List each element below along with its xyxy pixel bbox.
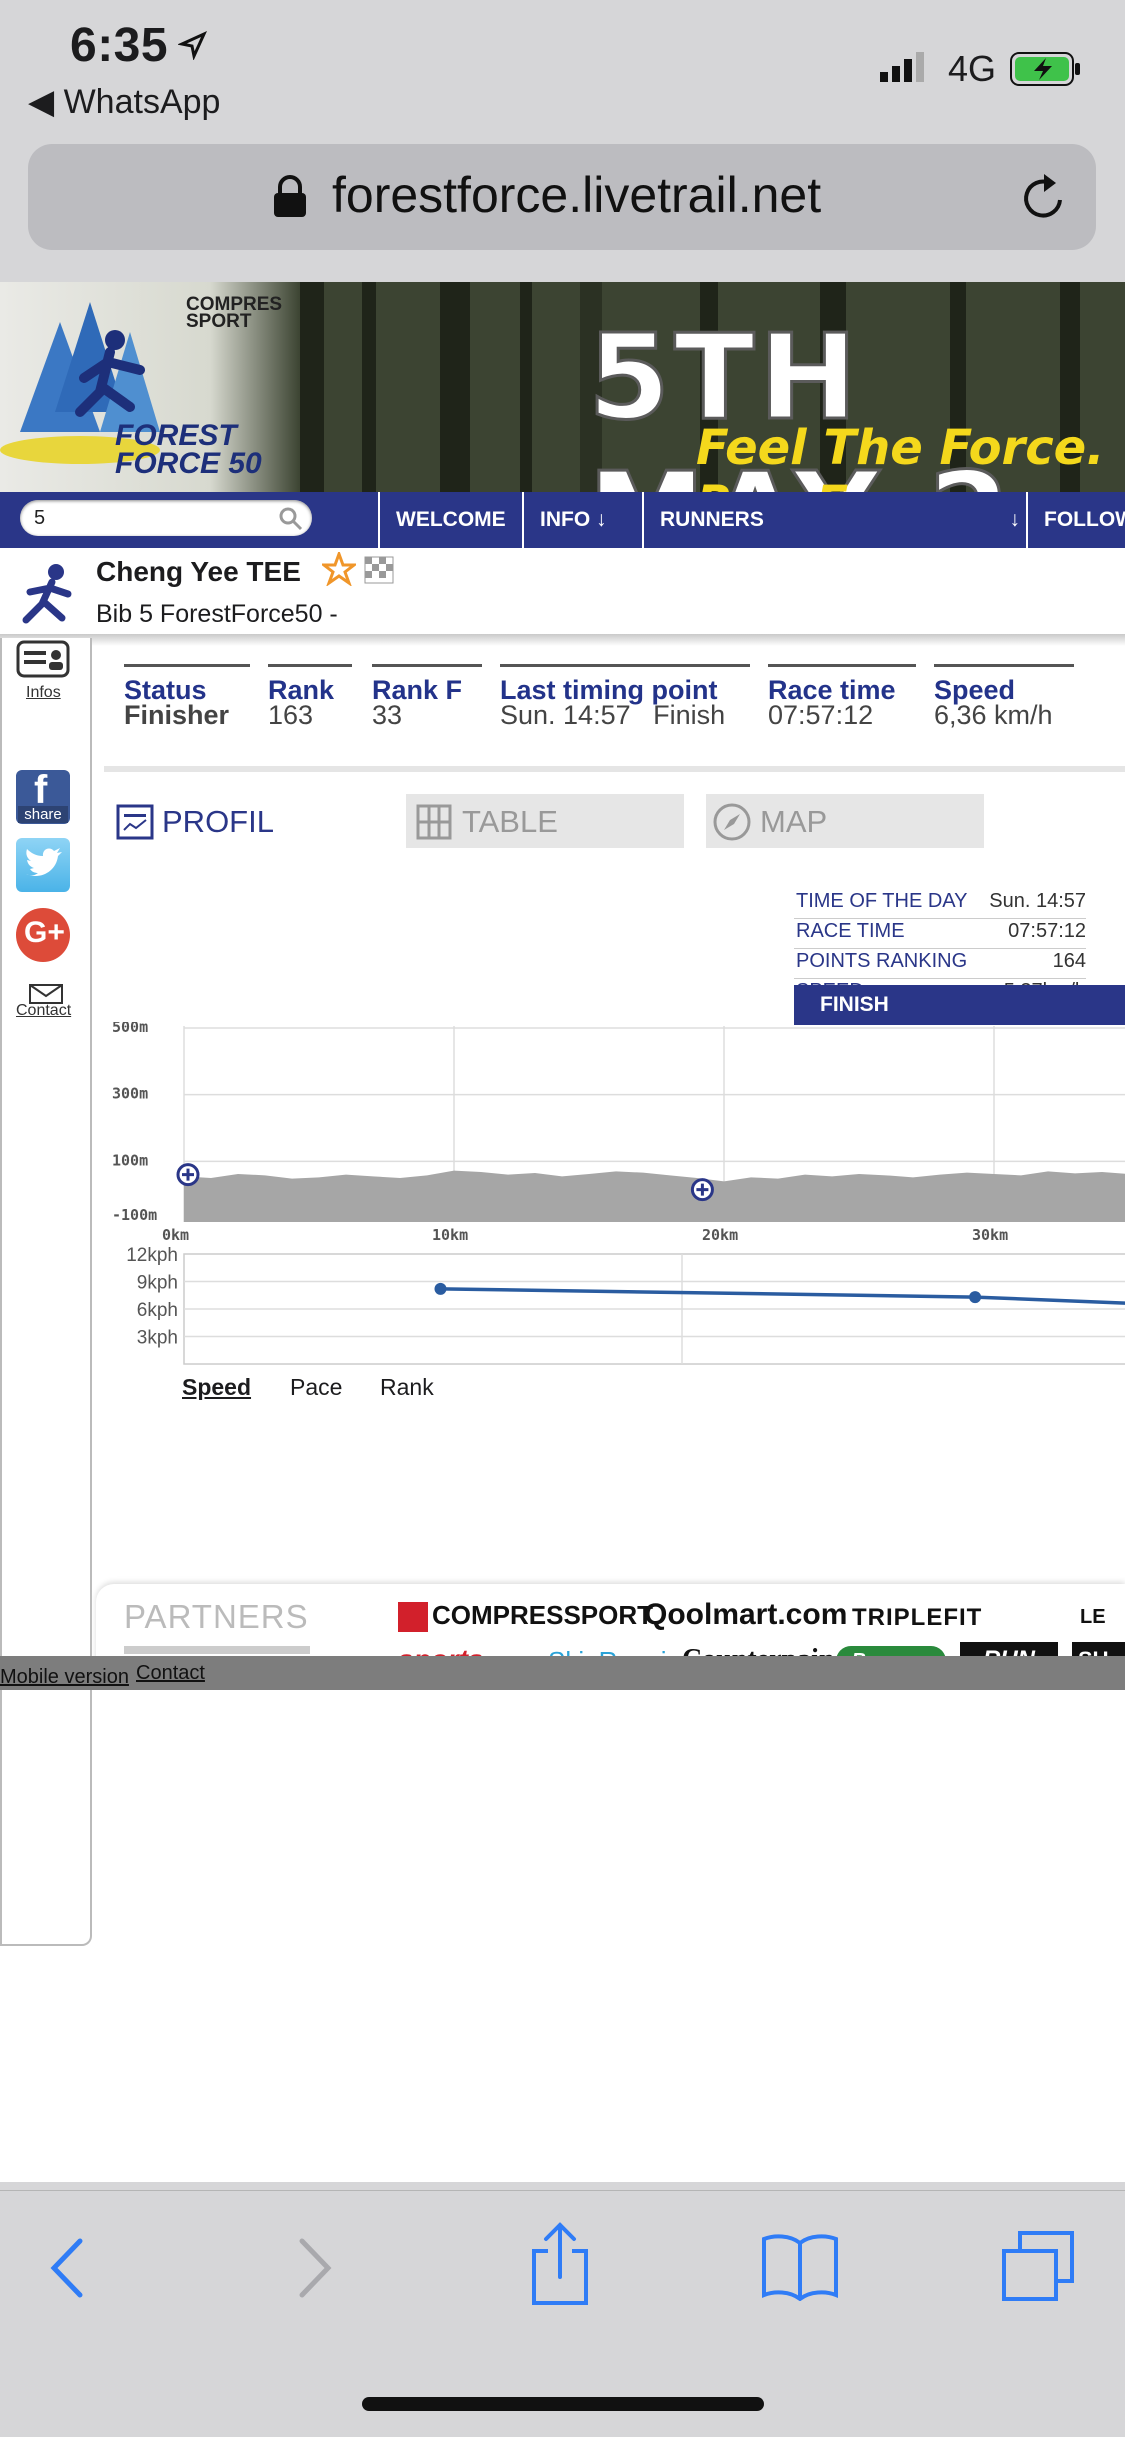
speed-tab[interactable]: Speed bbox=[182, 1374, 251, 1401]
mobile-version-link[interactable]: Mobile version bbox=[0, 1666, 129, 1689]
favorite-star-icon[interactable] bbox=[322, 552, 356, 586]
y-tick-label: -100m bbox=[112, 1206, 157, 1224]
status-time: 6:35 bbox=[70, 18, 168, 73]
checkered-flag-icon bbox=[364, 556, 394, 584]
infos-card-icon[interactable] bbox=[16, 640, 70, 678]
runner-icon bbox=[12, 562, 76, 628]
nav-runners[interactable]: RUNNERS↓ bbox=[642, 492, 1030, 548]
tooltip-row: RACE TIME07:57:12 bbox=[794, 918, 1086, 949]
event-banner: COMPRESSPORT FORESTFORCE 50 5TH MAY 2 Fe… bbox=[0, 282, 1125, 492]
infos-link[interactable]: Infos bbox=[26, 684, 61, 702]
tab-profil-label: PROFIL bbox=[162, 804, 274, 840]
stat-rank-value: 163 bbox=[268, 700, 313, 731]
social-sidebar: Infos f share G+ Contact bbox=[0, 638, 92, 1946]
nav-follow[interactable]: FOLLOW bbox=[1026, 492, 1125, 548]
tooltip-row: POINTS RANKING164 bbox=[794, 948, 1086, 979]
network-type: 4G bbox=[948, 48, 996, 90]
reload-icon[interactable] bbox=[1020, 170, 1070, 224]
bookmarks-icon[interactable] bbox=[760, 2231, 840, 2301]
pace-tab[interactable]: Pace bbox=[290, 1374, 342, 1401]
tabs-icon[interactable] bbox=[1000, 2229, 1078, 2303]
speed-chart[interactable]: 12kph 9kph 6kph 3kph bbox=[104, 1244, 1125, 1366]
share-label: share bbox=[18, 806, 68, 823]
web-page: COMPRESSPORT FORESTFORCE 50 5TH MAY 2 Fe… bbox=[0, 282, 1125, 2182]
back-to-app-link[interactable]: ◀ WhatsApp bbox=[28, 82, 220, 122]
location-arrow-icon bbox=[178, 30, 208, 60]
stat-race-time-value: 07:57:12 bbox=[768, 700, 873, 731]
url-text: forestforce.livetrail.net bbox=[332, 166, 821, 224]
y-tick-label: 3kph bbox=[137, 1328, 178, 1349]
x-tick-label: 30km bbox=[972, 1226, 1008, 1242]
speed-point bbox=[435, 1283, 447, 1295]
arrow-down-icon: ↓ bbox=[1010, 492, 1021, 548]
footer-contact-link[interactable]: Contact bbox=[136, 1662, 205, 1685]
x-tick-label: 10km bbox=[432, 1226, 468, 1242]
stat-status-value: Finisher bbox=[124, 700, 229, 731]
speed-point bbox=[969, 1291, 981, 1303]
googleplus-share-button[interactable]: G+ bbox=[16, 908, 70, 962]
x-tick-label: 0km bbox=[162, 1226, 189, 1242]
x-tick-label: 20km bbox=[702, 1226, 738, 1242]
y-tick-label: 500m bbox=[112, 1022, 148, 1036]
contact-link[interactable]: Contact bbox=[16, 1002, 71, 1020]
main-navigation: 5 WELCOME INFO ↓ RUNNERS↓ FOLLOW bbox=[0, 492, 1125, 548]
table-grid-icon bbox=[416, 804, 452, 840]
tab-table[interactable]: TABLE bbox=[406, 794, 684, 848]
facebook-share-button[interactable]: f share bbox=[16, 770, 70, 824]
cellular-signal-icon bbox=[880, 52, 936, 82]
tab-profil[interactable]: PROFIL bbox=[114, 794, 354, 848]
partner-logo-qoolmart[interactable]: Qoolmart.com bbox=[644, 1598, 847, 1632]
partner-logo-compressport[interactable]: COMPRESSPORT bbox=[398, 1600, 653, 1632]
finish-checkpoint-label[interactable]: FINISH bbox=[794, 985, 1125, 1025]
banner-tagline: Feel The Force. Run F bbox=[696, 420, 1125, 492]
compass-icon bbox=[712, 802, 752, 842]
search-input-value: 5 bbox=[34, 507, 45, 530]
stat-rank-f-value: 33 bbox=[372, 700, 402, 731]
forward-arrow-icon[interactable] bbox=[296, 2235, 336, 2301]
runner-name: Cheng Yee TEE bbox=[96, 556, 301, 588]
tab-map[interactable]: MAP bbox=[706, 794, 984, 848]
tab-table-label: TABLE bbox=[462, 804, 558, 840]
tab-map-label: MAP bbox=[760, 804, 827, 840]
y-tick-label: 12kph bbox=[126, 1245, 178, 1266]
nav-info[interactable]: INFO ↓ bbox=[522, 492, 640, 548]
header-shadow bbox=[0, 634, 1125, 646]
search-icon[interactable] bbox=[278, 506, 304, 532]
y-tick-label: 6kph bbox=[137, 1300, 178, 1321]
y-tick-label: 300m bbox=[112, 1085, 148, 1103]
divider bbox=[104, 766, 1125, 772]
profile-chart-icon bbox=[116, 804, 154, 840]
arrow-down-icon: ↓ bbox=[596, 508, 607, 531]
lock-icon bbox=[272, 174, 308, 218]
battery-charging-icon bbox=[1010, 52, 1082, 86]
googleplus-icon: G+ bbox=[24, 916, 65, 950]
twitter-share-button[interactable] bbox=[16, 838, 70, 892]
rank-tab[interactable]: Rank bbox=[380, 1374, 434, 1401]
y-tick-label: 100m bbox=[112, 1151, 148, 1169]
partner-logo-triplefit[interactable]: TRIPLEFIT bbox=[852, 1604, 982, 1632]
twitter-bird-icon bbox=[16, 838, 70, 892]
partners-title: PARTNERS bbox=[124, 1598, 309, 1636]
partner-logo-le[interactable]: LE bbox=[1080, 1606, 1106, 1629]
y-tick-label: 9kph bbox=[137, 1273, 178, 1294]
search-input[interactable] bbox=[20, 500, 312, 536]
home-indicator bbox=[362, 2397, 764, 2411]
stat-last-timing-value: Sun. 14:57 Finish bbox=[500, 700, 725, 731]
runner-bib: Bib 5 ForestForce50 - bbox=[96, 600, 338, 629]
partners-underline bbox=[124, 1646, 310, 1654]
tooltip-row: TIME OF THE DAYSun. 14:57 bbox=[794, 888, 1086, 919]
elevation-profile-chart[interactable]: 500m 300m 100m -100m 0km 10km 20km 30km bbox=[104, 1022, 1125, 1242]
nav-welcome[interactable]: WELCOME bbox=[378, 492, 524, 548]
share-icon[interactable] bbox=[528, 2221, 592, 2307]
elevation-area bbox=[184, 1171, 1125, 1222]
stat-speed-value: 6,36 km/h bbox=[934, 700, 1053, 731]
compressport-banner-logo: COMPRESSPORT bbox=[186, 296, 282, 330]
speed-line bbox=[441, 1289, 1125, 1305]
back-arrow-icon[interactable] bbox=[46, 2235, 86, 2301]
event-logo-text: FORESTFORCE 50 bbox=[115, 422, 262, 478]
